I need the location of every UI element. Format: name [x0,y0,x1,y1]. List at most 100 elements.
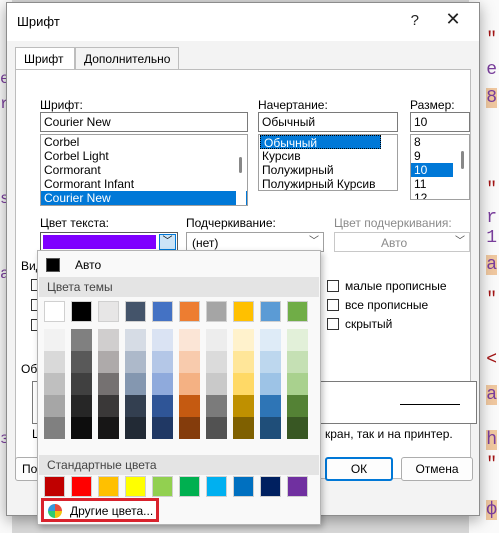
shade-swatch[interactable] [206,373,227,395]
shade-swatch[interactable] [260,351,281,373]
shade-swatch[interactable] [233,329,254,351]
theme-color-swatch[interactable] [152,301,173,322]
list-item[interactable]: Cormorant Infant [41,177,247,191]
shade-swatch[interactable] [44,395,65,417]
theme-color-swatch[interactable] [233,301,254,322]
shade-swatch[interactable] [152,417,173,439]
theme-color-swatch[interactable] [179,301,200,322]
style-list[interactable]: Обычный Курсив Полужирный Полужирный Кур… [258,134,398,191]
shade-swatch[interactable] [152,395,173,417]
list-item-selected[interactable]: Courier New [41,191,247,205]
shade-swatch[interactable] [260,395,281,417]
shade-swatch[interactable] [287,373,308,395]
shade-swatch[interactable] [44,373,65,395]
standard-color-swatch[interactable] [98,476,119,497]
shade-swatch[interactable] [125,417,146,439]
all-caps-checkbox[interactable] [327,299,339,311]
shade-swatch[interactable] [206,395,227,417]
shade-swatch[interactable] [125,395,146,417]
small-caps-checkbox[interactable] [327,280,339,292]
font-input[interactable]: Courier New [40,112,248,132]
standard-color-swatch[interactable] [44,476,65,497]
more-colors-button[interactable]: Другие цвета... [41,498,159,522]
list-item-selected[interactable]: Обычный [260,135,381,150]
font-list[interactable]: Corbel Corbel Light Cormorant Cormorant … [40,134,248,206]
close-icon[interactable]: ✕ [439,9,467,30]
size-list[interactable]: 8 9 10 11 12 [410,134,470,200]
theme-color-swatch[interactable] [206,301,227,322]
size-input[interactable]: 10 [410,112,470,132]
shade-swatch[interactable] [179,329,200,351]
shade-swatch[interactable] [152,373,173,395]
shade-swatch[interactable] [233,373,254,395]
cancel-button[interactable]: Отмена [401,457,473,481]
standard-color-swatch[interactable] [179,476,200,497]
tab-font[interactable]: Шрифт [15,47,75,71]
standard-color-swatch[interactable] [287,476,308,497]
shade-swatch[interactable] [125,329,146,351]
shade-swatch[interactable] [71,417,92,439]
hidden-checkbox[interactable] [327,318,339,330]
shade-swatch[interactable] [44,417,65,439]
theme-color-swatch[interactable] [287,301,308,322]
chevron-down-icon[interactable]: ﹀ [159,234,176,250]
shade-swatch[interactable] [233,351,254,373]
theme-color-swatch[interactable] [44,301,65,322]
shade-swatch[interactable] [98,417,119,439]
auto-color-option[interactable]: Авто [39,252,319,276]
shade-swatch[interactable] [233,395,254,417]
style-input[interactable]: Обычный [258,112,398,132]
shade-swatch[interactable] [287,351,308,373]
list-item[interactable]: Курсив [259,149,397,163]
standard-color-swatch[interactable] [206,476,227,497]
shade-swatch[interactable] [98,373,119,395]
shade-swatch[interactable] [71,351,92,373]
shade-swatch[interactable] [179,351,200,373]
ok-button[interactable]: ОК [325,457,393,481]
shade-swatch[interactable] [179,417,200,439]
standard-color-swatch[interactable] [71,476,92,497]
shade-swatch[interactable] [179,373,200,395]
shade-swatch[interactable] [71,329,92,351]
shade-swatch[interactable] [233,417,254,439]
theme-color-swatch[interactable] [98,301,119,322]
shade-swatch[interactable] [179,395,200,417]
size-list-scrollbar[interactable] [458,135,468,199]
help-button[interactable]: ? [411,12,419,29]
standard-color-swatch[interactable] [152,476,173,497]
shade-swatch[interactable] [98,329,119,351]
standard-color-swatch[interactable] [260,476,281,497]
shade-swatch[interactable] [98,351,119,373]
standard-color-swatch[interactable] [125,476,146,497]
shade-swatch[interactable] [71,373,92,395]
list-item[interactable]: Cormorant [41,163,247,177]
shade-swatch[interactable] [260,329,281,351]
theme-color-swatch[interactable] [260,301,281,322]
text-color-combo[interactable]: ﹀ [40,232,178,252]
list-item[interactable]: Полужирный [259,163,397,177]
shade-swatch[interactable] [44,329,65,351]
shade-swatch[interactable] [260,417,281,439]
theme-color-swatch[interactable] [125,301,146,322]
list-item[interactable]: Corbel Light [41,149,247,163]
shade-swatch[interactable] [287,329,308,351]
shade-swatch[interactable] [287,417,308,439]
font-list-scrollbar[interactable] [236,135,246,205]
shade-swatch[interactable] [125,351,146,373]
shade-swatch[interactable] [206,329,227,351]
shade-swatch[interactable] [98,395,119,417]
chevron-down-icon[interactable]: ﹀ [305,233,323,251]
tab-advanced[interactable]: Дополнительно [75,47,179,69]
shade-swatch[interactable] [44,351,65,373]
shade-swatch[interactable] [152,351,173,373]
shade-swatch[interactable] [287,395,308,417]
shade-swatch[interactable] [152,329,173,351]
underline-combo[interactable]: (нет) ﹀ [186,232,324,252]
list-item[interactable]: Полужирный Курсив [259,177,397,190]
standard-color-swatch[interactable] [233,476,254,497]
list-item-selected[interactable]: 10 [411,163,453,177]
shade-swatch[interactable] [71,395,92,417]
shade-swatch[interactable] [206,351,227,373]
list-item[interactable]: Corbel [41,135,247,149]
shade-swatch[interactable] [125,373,146,395]
